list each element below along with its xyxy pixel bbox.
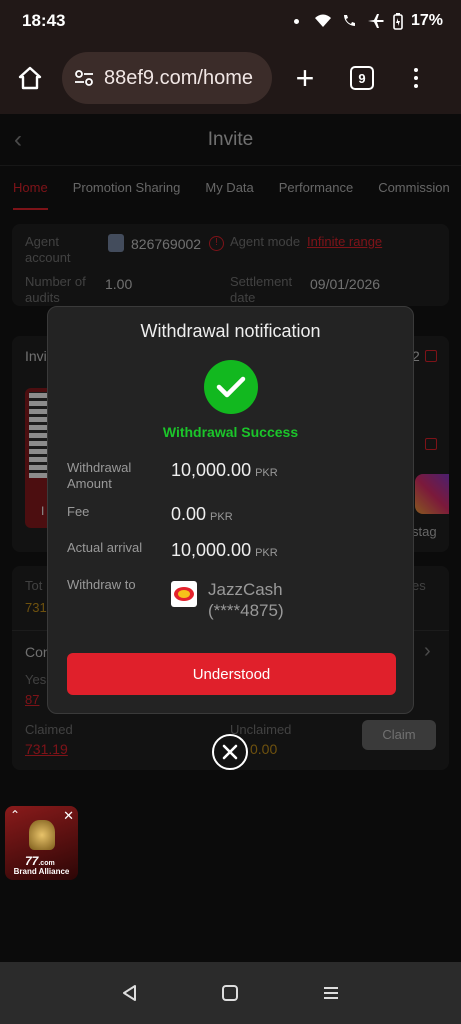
nav-home-icon[interactable]: [221, 984, 239, 1002]
status-icons: 17%: [293, 12, 443, 30]
notification-dot-icon: [293, 18, 299, 24]
address-bar[interactable]: 88ef9.com/home: [62, 52, 272, 104]
nav-back-icon[interactable]: [121, 984, 139, 1002]
fee-row: Fee 0.00 PKR: [67, 504, 397, 526]
understood-button[interactable]: Understood: [67, 653, 396, 695]
close-icon: [222, 744, 238, 760]
modal-close-button[interactable]: [212, 734, 248, 770]
actual-arrival-row: Actual arrival 10,000.00 PKR: [67, 540, 397, 562]
brand-alliance-banner[interactable]: ⌃ ✕ 77.com Brand Alliance: [5, 806, 78, 880]
withdraw-to-row: Withdraw to JazzCash (****4875): [67, 577, 397, 621]
browser-menu-button[interactable]: [414, 68, 418, 88]
site-settings-icon: [75, 70, 93, 86]
actual-arrival-label: Actual arrival: [67, 540, 143, 555]
withdrawal-modal: Withdrawal notification Withdrawal Succe…: [47, 306, 414, 714]
withdrawal-amount-value: 10,000.00 PKR: [171, 460, 278, 480]
battery-percent: 17%: [410, 12, 443, 29]
home-icon: [18, 66, 42, 90]
chevron-up-icon[interactable]: ⌃: [10, 808, 20, 822]
airplane-icon: [367, 14, 384, 28]
system-nav-bar: [0, 962, 461, 1024]
status-time: 18:43: [22, 11, 66, 30]
modal-title: Withdrawal notification: [140, 321, 321, 341]
banner-close-icon[interactable]: ✕: [63, 808, 74, 824]
jazzcash-logo-icon: [171, 581, 197, 607]
withdrawal-status: Withdrawal Success: [162, 424, 299, 440]
success-check-icon: [203, 360, 258, 414]
banner-brand: 77.com: [25, 854, 55, 868]
call-icon: [343, 15, 355, 26]
wifi-icon: [314, 14, 331, 27]
new-tab-button[interactable]: +: [290, 62, 320, 94]
status-bar: 18:43 17%: [0, 0, 461, 42]
withdraw-to-method: JazzCash (****4875): [208, 580, 284, 620]
actual-arrival-value: 10,000.00 PKR: [171, 540, 278, 560]
tab-switcher-button[interactable]: 9: [350, 66, 374, 90]
url-text: 88ef9.com/home: [104, 66, 253, 89]
nav-recents-icon[interactable]: [322, 984, 340, 1002]
browser-toolbar: 88ef9.com/home + 9: [0, 42, 461, 114]
fee-value: 0.00 PKR: [171, 504, 233, 524]
banner-tagline: Brand Alliance: [13, 867, 70, 876]
withdrawal-amount-label: Withdrawal Amount: [67, 460, 132, 491]
withdraw-to-label: Withdraw to: [67, 577, 136, 592]
withdrawal-amount-row: Withdrawal Amount 10,000.00 PKR: [67, 460, 397, 494]
browser-home-button[interactable]: [0, 65, 60, 91]
battery-icon: [393, 12, 403, 30]
trophy-icon: [29, 820, 55, 850]
fee-label: Fee: [67, 504, 90, 519]
